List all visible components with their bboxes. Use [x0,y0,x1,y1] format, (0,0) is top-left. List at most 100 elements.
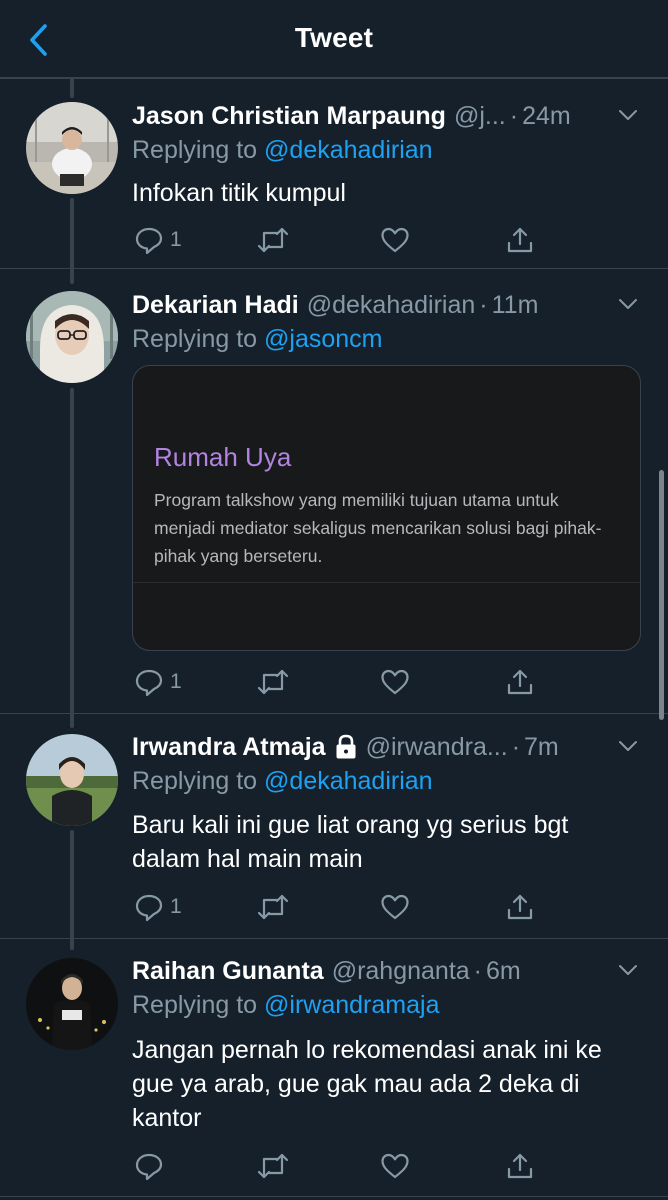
thread-line [70,78,74,98]
author-name[interactable]: Jason Christian Marpaung [132,102,446,131]
tweet-actions: 1 [132,662,552,702]
replying-prefix: Replying to [132,136,258,164]
author-handle[interactable]: @dekahadirian [307,291,476,320]
tweet-actions [132,1146,552,1186]
reply-button[interactable] [134,1146,170,1186]
replying-prefix: Replying to [132,767,258,795]
like-button[interactable] [380,220,410,260]
avatar-raihan-image [26,958,118,1050]
page-title: Tweet [294,22,374,53]
tweet-actions: 1 [132,887,552,927]
like-button[interactable] [380,1146,410,1186]
reply-icon [135,669,163,697]
tweet-actions: 1 [132,220,552,260]
mention-link[interactable]: @jasoncm [264,325,382,353]
retweet-button[interactable] [256,887,290,927]
reply-icon [135,894,163,922]
retweet-icon [257,1153,289,1179]
mention-link[interactable]: @irwandramaja [264,991,439,1019]
share-button[interactable] [505,1146,535,1186]
avatar[interactable] [26,958,118,1050]
tweet-menu-button[interactable] [616,292,640,316]
replying-prefix: Replying to [132,991,258,1019]
timestamp[interactable]: 6m [486,957,521,986]
scrollbar[interactable] [659,470,664,720]
tweet-header: Raihan Gunanta @rahgnanta · 6m [132,953,598,989]
reply-icon [135,227,163,255]
separator-dot: · [473,956,482,985]
share-icon [507,894,533,920]
tweet-menu-button[interactable] [616,103,640,127]
reply-button[interactable]: 1 [134,887,182,927]
mention-link[interactable]: @dekahadirian [264,767,433,795]
chevron-down-icon [619,741,637,751]
reply-icon [135,1153,163,1181]
top-bar: Tweet [0,0,668,78]
share-button[interactable] [505,662,535,702]
like-heart-icon [381,669,409,695]
avatar-jason-image [26,102,118,194]
reply-button[interactable]: 1 [134,220,182,260]
retweet-icon [257,227,289,253]
replying-to: Replying to @dekahadirian [132,136,433,165]
retweet-button[interactable] [256,1146,290,1186]
card-divider [133,582,640,583]
timestamp[interactable]: 11m [492,291,539,320]
tweet-divider [0,938,668,939]
timestamp[interactable]: 7m [524,733,559,762]
chevron-down-icon [619,299,637,309]
tweet-menu-button[interactable] [616,734,640,758]
author-handle[interactable]: @irwandra... [366,733,508,762]
protected-account-lock [334,734,358,760]
share-button[interactable] [505,887,535,927]
avatar[interactable] [26,291,118,383]
avatar[interactable] [26,734,118,826]
timestamp[interactable]: 24m [522,102,571,131]
tweet-header: Irwandra Atmaja @irwandra... · 7m [132,729,598,765]
share-button[interactable] [505,220,535,260]
author-handle[interactable]: @rahgnanta [332,957,470,986]
author-handle[interactable]: @j... [454,102,506,131]
tweet-header: Jason Christian Marpaung @j... · 24m [132,98,598,134]
thread-line [70,388,74,728]
tweet-divider [0,713,668,714]
avatar-irwandra-image [26,734,118,826]
reply-button[interactable]: 1 [134,662,182,702]
link-preview-card[interactable]: Rumah Uya Program talkshow yang memiliki… [132,365,641,651]
like-heart-icon [381,227,409,253]
tweet-text: Infokan titik kumpul [132,179,346,207]
reply-count: 1 [170,895,182,918]
like-button[interactable] [380,662,410,702]
share-icon [507,227,533,253]
tweet-menu-button[interactable] [616,958,640,982]
reply-count: 1 [170,228,182,251]
tweet-text: Baru kali ini gue liat orang yg serius b… [132,811,569,873]
tweet-divider [0,268,668,269]
like-heart-icon [381,894,409,920]
card-title: Rumah Uya [154,442,292,472]
chevron-down-icon [619,110,637,120]
card-description: Program talkshow yang memiliki tujuan ut… [154,490,602,566]
like-button[interactable] [380,887,410,927]
separator-dot: · [479,290,488,319]
avatar[interactable] [26,102,118,194]
mention-link[interactable]: @dekahadirian [264,136,433,164]
replying-prefix: Replying to [132,325,258,353]
retweet-icon [257,894,289,920]
author-name[interactable]: Irwandra Atmaja [132,733,326,762]
like-heart-icon [381,1153,409,1179]
thread-line [70,830,74,950]
separator-dot: · [509,101,519,130]
author-name[interactable]: Dekarian Hadi [132,291,299,320]
retweet-button[interactable] [256,662,290,702]
replying-to: Replying to @irwandramaja [132,991,439,1020]
avatar-dekarian-image [26,291,118,383]
author-name[interactable]: Raihan Gunanta [132,957,324,986]
replying-to: Replying to @jasoncm [132,325,383,354]
separator-dot: · [511,732,521,761]
tweet-text: Jangan pernah lo rekomendasi anak ini ke… [132,1036,602,1132]
chevron-down-icon [619,965,637,975]
retweet-button[interactable] [256,220,290,260]
tweet[interactable] [0,78,668,79]
lock-icon [336,734,356,759]
